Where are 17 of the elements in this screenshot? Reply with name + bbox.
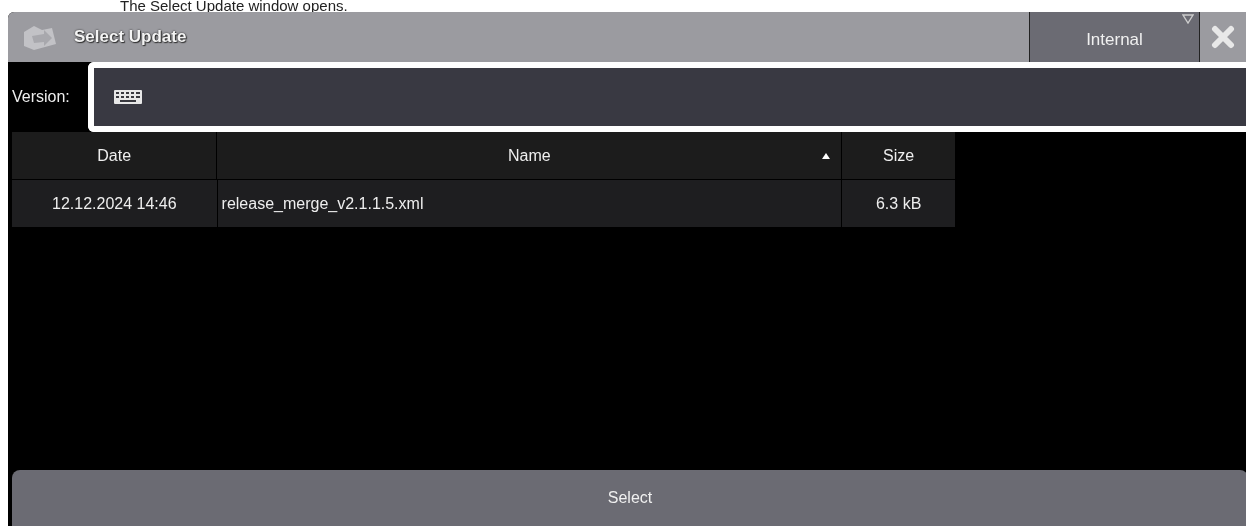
table-cell: 6.3 kB (842, 180, 956, 227)
location-dropdown[interactable]: Internal (1029, 12, 1200, 62)
select-button[interactable]: Select (12, 470, 1246, 526)
column-header[interactable]: Size (842, 132, 956, 179)
close-icon (1211, 25, 1235, 49)
column-header[interactable]: Date (12, 132, 218, 179)
keyboard-icon (114, 90, 142, 104)
table-cell: 12.12.2024 14:46 (12, 180, 218, 227)
column-header[interactable]: Name (217, 132, 843, 179)
caption-text: The Select Update window opens. (119, 0, 349, 12)
dropdown-triangle-icon (1182, 14, 1194, 24)
version-input-field[interactable] (88, 62, 1246, 132)
version-label: Version: (11, 87, 71, 107)
table-cell: release_merge_v2.1.1.5.xml (217, 180, 843, 227)
table-row[interactable]: 12.12.2024 14:46 release_merge_v2.1.1.5.xml 6.3 kB (12, 180, 956, 228)
window-title: Select Update (74, 27, 187, 47)
sort-ascending-icon (821, 152, 832, 160)
